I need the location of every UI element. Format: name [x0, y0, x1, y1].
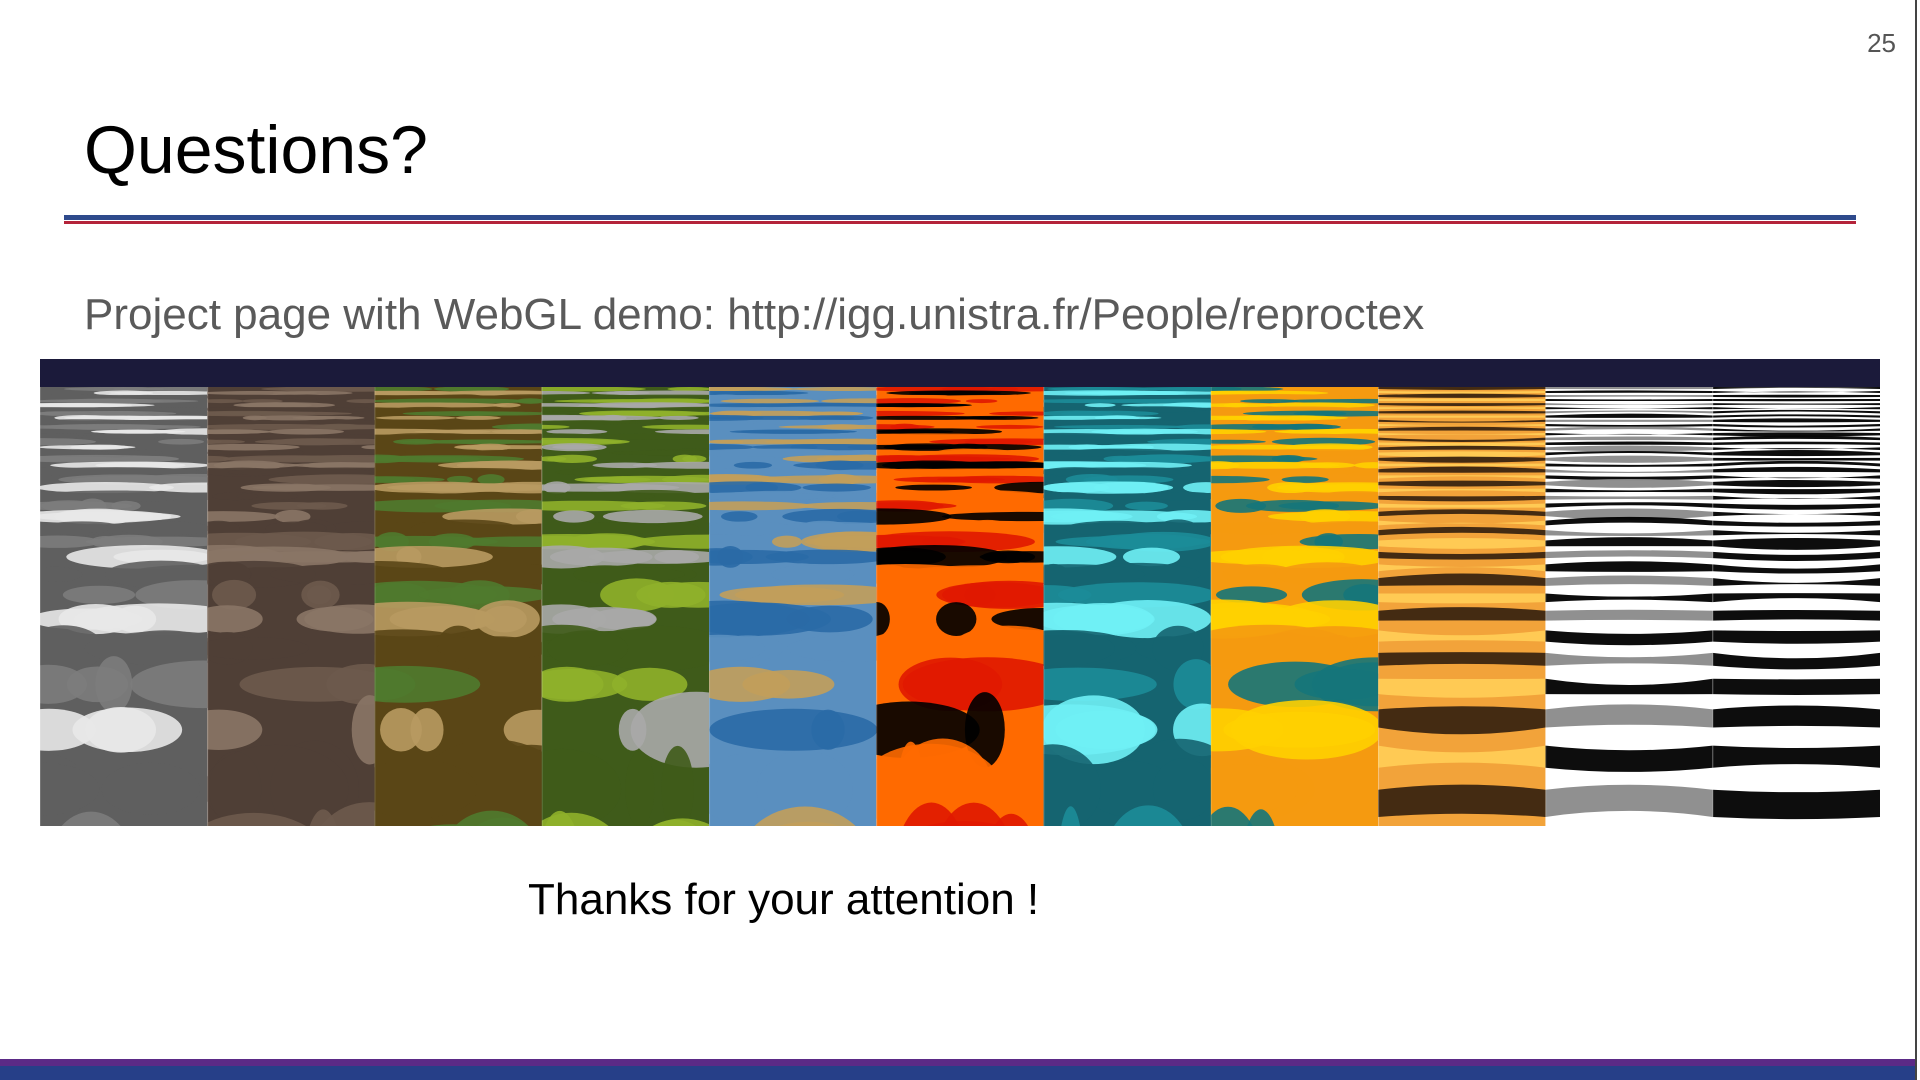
- texture-panel-orange-stripes: [1378, 387, 1546, 826]
- title-underline: [64, 215, 1856, 225]
- footer-bar-blue: [0, 1066, 1915, 1080]
- texture-panel-bw-stripes-sharp: [1712, 387, 1880, 826]
- texture-strip-svg: [40, 359, 1880, 826]
- project-page-text: Project page with WebGL demo: http://igg…: [84, 290, 1425, 339]
- footer-bar: [0, 1059, 1915, 1080]
- title-underline-blue: [64, 215, 1856, 220]
- slide: 25 Questions? Project page with WebGL de…: [0, 0, 1920, 1080]
- texture-panel-bw-stripes-soft: [1545, 387, 1713, 826]
- slide-right-border: [1915, 0, 1917, 1080]
- footer-bar-purple: [0, 1059, 1915, 1066]
- closing-text: Thanks for your attention !: [528, 875, 1040, 924]
- strip-sky: [40, 359, 1880, 387]
- title-underline-red: [64, 221, 1856, 224]
- slide-title: Questions?: [84, 112, 428, 188]
- texture-strip-image: [40, 359, 1880, 826]
- page-number: 25: [1867, 28, 1896, 58]
